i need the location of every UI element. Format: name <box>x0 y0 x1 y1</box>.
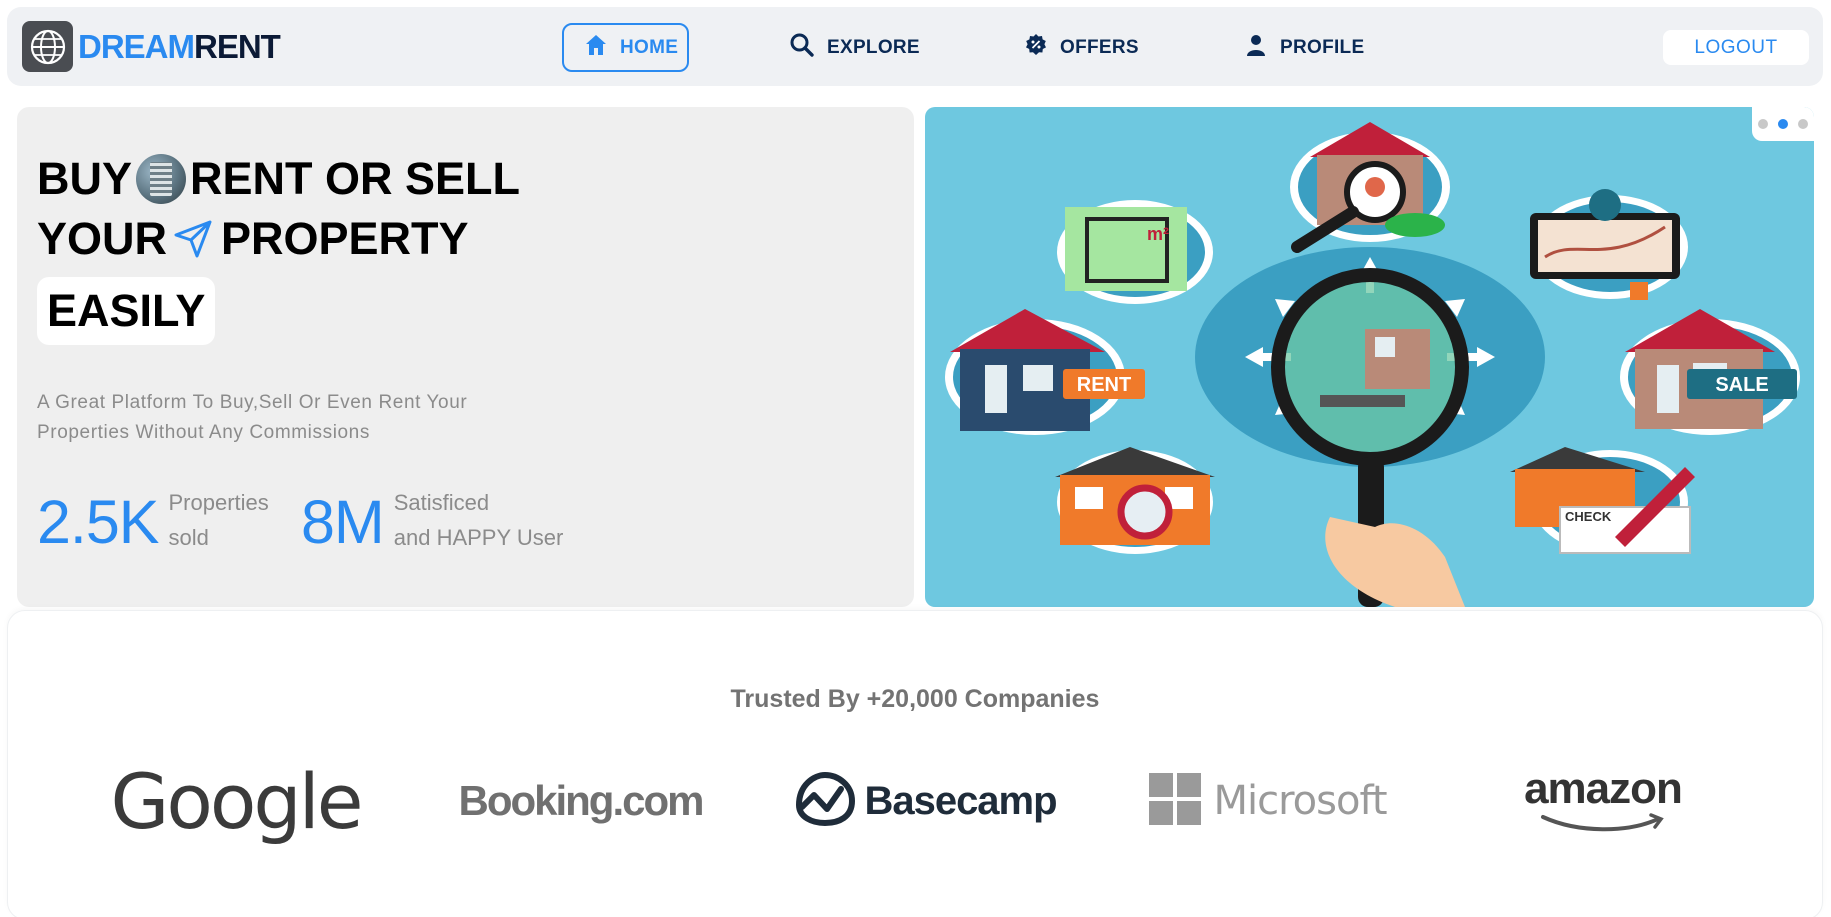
hero-text-panel: BUY RENT OR SELL YOUR PROPERTY EASILY A … <box>17 107 914 607</box>
nav-profile[interactable]: PROFILE <box>1244 23 1364 72</box>
stat-happy-users: 8M Satisficed and HAPPY User <box>301 487 563 557</box>
nav-offers-label: OFFERS <box>1060 36 1139 58</box>
search-icon <box>789 32 815 64</box>
carousel-dots <box>1752 107 1814 141</box>
hero-illustration-carousel[interactable]: m² RENT SALE CHECK <box>925 107 1814 607</box>
real-estate-search-illustration: m² RENT SALE CHECK <box>945 122 1800 607</box>
user-icon <box>1244 33 1268 63</box>
globe-logo-icon[interactable] <box>22 21 73 72</box>
check-label: CHECK <box>1565 509 1612 524</box>
headline-easily-badge: EASILY <box>37 277 216 345</box>
area-label: m² <box>1147 224 1169 244</box>
building-thumbnail-image <box>136 154 187 204</box>
logout-button[interactable]: LOGOUT <box>1663 30 1809 65</box>
carousel-dot-active[interactable] <box>1778 119 1788 129</box>
send-arrow-icon <box>171 217 215 261</box>
nav-profile-label: PROFILE <box>1280 36 1365 58</box>
headline-rent-or-sell: RENT OR SELL <box>190 153 521 204</box>
brand-part-rent: RENT <box>194 28 281 65</box>
booking-logo-text: Booking.com <box>458 777 704 824</box>
hero-subtitle: A Great Platform To Buy,Sell Or Even Ren… <box>37 392 468 443</box>
headline-word-your: YOUR <box>37 213 168 264</box>
offer-badge-icon <box>1024 33 1048 63</box>
stat-label-line1: Satisficed <box>393 490 490 515</box>
google-logo-text: Google <box>110 756 363 846</box>
navbar: DREAMRENT HOME EXPLORE OFFERS PROFILE LO… <box>7 7 1823 86</box>
booking-logo: Booking.com <box>453 761 708 841</box>
basecamp-mark-icon <box>794 771 856 832</box>
headline-word-buy: BUY <box>37 153 133 204</box>
stat-label-line1: Properties <box>168 490 269 515</box>
hero-headline: BUY RENT OR SELL YOUR PROPERTY EASILY <box>37 149 520 345</box>
home-icon <box>584 33 608 63</box>
stat-value: 8M <box>301 488 385 556</box>
nav-home[interactable]: HOME <box>562 23 689 72</box>
basecamp-logo: Basecamp <box>796 761 1058 841</box>
stat-label: Properties sold <box>169 485 269 555</box>
amazon-smile-icon <box>1533 812 1673 838</box>
stat-properties-sold: 2.5K Properties sold <box>37 487 269 557</box>
microsoft-logo-text: Microsoft <box>1213 778 1387 824</box>
microsoft-grid-icon <box>1149 772 1202 830</box>
headline-word-property: PROPERTY <box>221 213 469 264</box>
microsoft-logo: Microsoft <box>1138 761 1398 841</box>
amazon-logo-text: amazon <box>1524 763 1683 813</box>
rent-sign-label: RENT <box>1077 374 1131 396</box>
stat-label: Satisficed and HAPPY User <box>394 485 564 555</box>
sale-sign-label: SALE <box>1715 374 1768 396</box>
amazon-logo: amazon <box>1478 751 1728 851</box>
nav-explore[interactable]: EXPLORE <box>789 23 920 72</box>
carousel-dot[interactable] <box>1798 119 1808 129</box>
nav-home-label: HOME <box>620 36 679 58</box>
brand-part-dream: DREAM <box>78 28 195 65</box>
carousel-dot[interactable] <box>1758 119 1768 129</box>
stat-label-line2: and HAPPY User <box>393 525 564 550</box>
stat-value: 2.5K <box>37 488 159 556</box>
google-logo: Google <box>108 751 363 851</box>
stat-label-line2: sold <box>168 525 209 550</box>
brand-name[interactable]: DREAMRENT <box>78 28 281 65</box>
trusted-title: Trusted By +20,000 Companies <box>730 685 1100 713</box>
nav-offers[interactable]: OFFERS <box>1024 23 1139 72</box>
nav-explore-label: EXPLORE <box>827 36 920 58</box>
trusted-companies-section: Trusted By +20,000 Companies Google Book… <box>7 610 1823 917</box>
basecamp-logo-text: Basecamp <box>864 778 1057 823</box>
